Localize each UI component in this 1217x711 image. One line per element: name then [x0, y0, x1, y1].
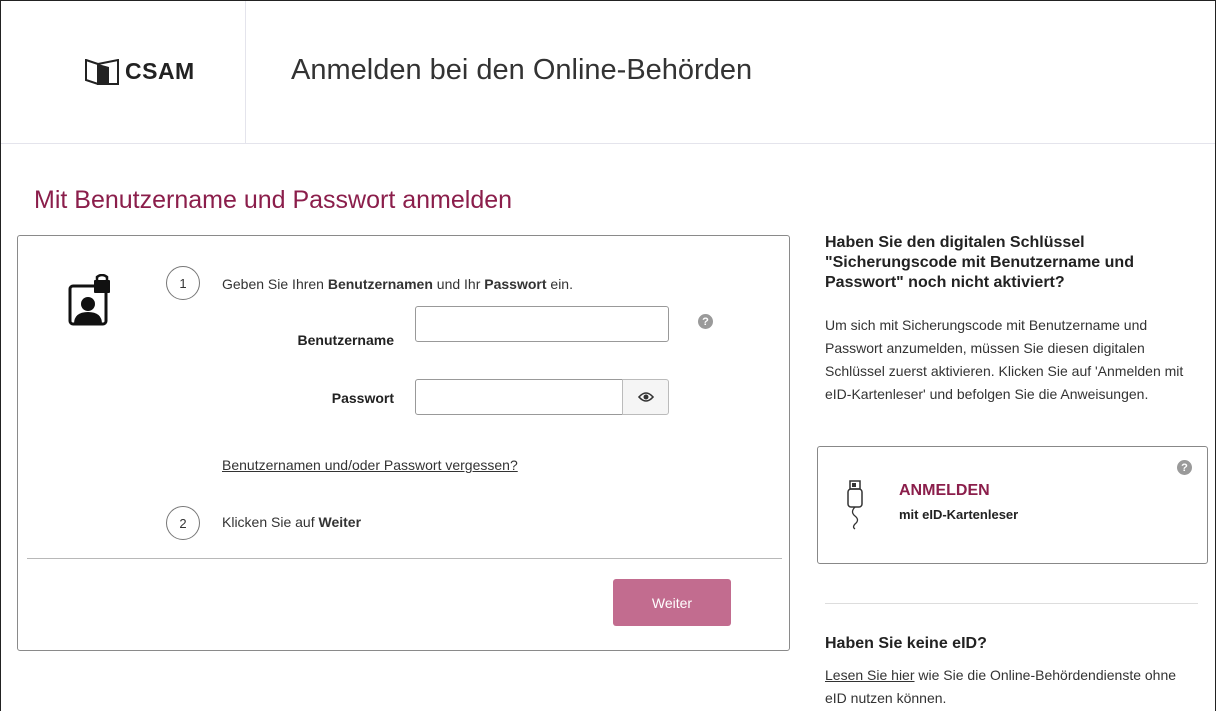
eid-login-subtitle: mit eID-Kartenleser — [899, 507, 1019, 522]
step-2-instruction: Klicken Sie auf Weiter — [222, 514, 362, 530]
page-title: Mit Benutzername und Passwort anmelden — [34, 186, 513, 214]
card-divider — [27, 558, 782, 559]
password-label: Passwort — [331, 390, 394, 406]
eid-login-option[interactable]: ANMELDEN mit eID-Kartenleser ? — [817, 446, 1208, 564]
step-1-marker: 1 — [166, 266, 200, 300]
username-label: Benutzername — [297, 332, 394, 348]
username-help-icon[interactable]: ? — [698, 314, 713, 329]
no-eid-text: Lesen Sie hier wie Sie die Online-Behörd… — [825, 664, 1197, 710]
forgot-credentials-link[interactable]: Benutzernamen und/oder Passwort vergesse… — [222, 457, 518, 473]
show-password-button[interactable] — [622, 379, 669, 415]
eid-login-title: ANMELDEN — [899, 482, 990, 499]
password-input[interactable] — [415, 379, 623, 415]
weiter-button[interactable]: Weiter — [613, 579, 731, 626]
step-2-marker: 2 — [166, 506, 200, 540]
eye-icon — [637, 392, 654, 402]
user-lock-icon — [68, 273, 112, 331]
logo-text: CSAM — [125, 58, 195, 84]
step-1-instruction: Geben Sie Ihren Benutzernamen und Ihr Pa… — [222, 276, 573, 292]
eid-help-icon[interactable]: ? — [1177, 460, 1192, 475]
csam-logo[interactable]: CSAM — [85, 58, 195, 85]
site-header: CSAM Anmelden bei den Online-Behörden — [1, 1, 1215, 144]
username-input[interactable] — [415, 306, 669, 342]
no-eid-link[interactable]: Lesen Sie hier — [825, 667, 915, 683]
activation-text: Um sich mit Sicherungscode mit Benutzern… — [825, 317, 1184, 402]
app-title: Anmelden bei den Online-Behörden — [291, 54, 753, 86]
no-eid-heading: Haben Sie keine eID? — [825, 635, 987, 652]
activation-heading: Haben Sie den digitalen Schlüssel "Siche… — [825, 234, 1134, 291]
side-divider — [825, 603, 1198, 604]
csam-logo-icon — [85, 58, 119, 85]
login-card: 1 Geben Sie Ihren Benutzernamen und Ihr … — [17, 235, 790, 651]
card-reader-icon — [846, 480, 864, 535]
logo-cell: CSAM — [1, 1, 246, 143]
